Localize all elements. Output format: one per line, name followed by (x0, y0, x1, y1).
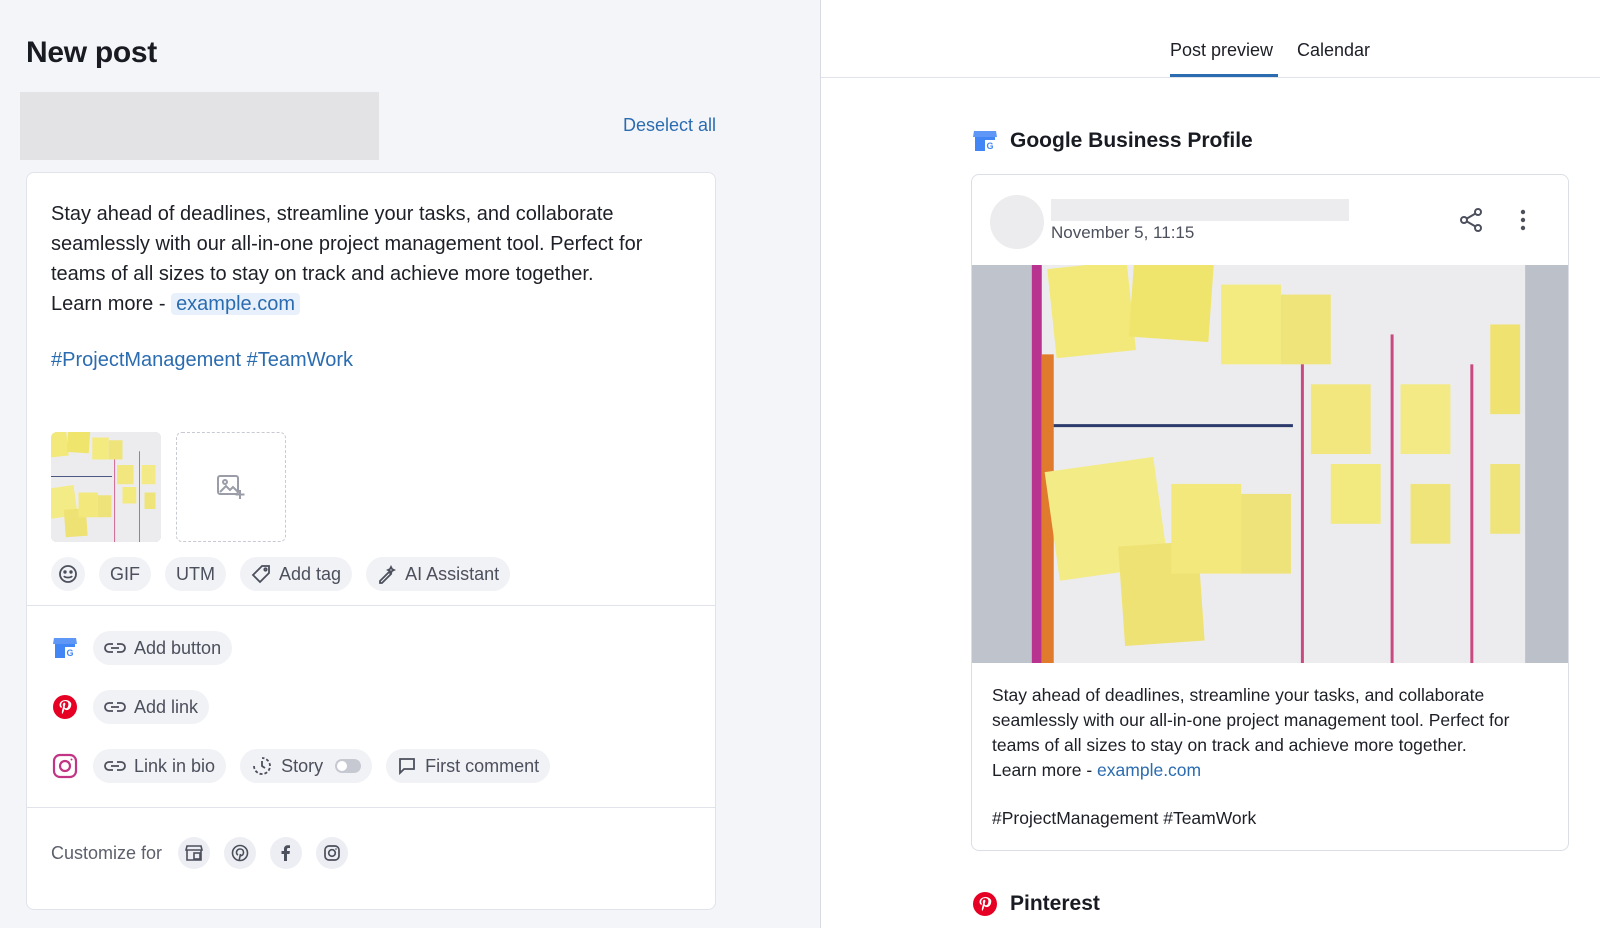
composer-toolbar: GIF UTM Add tag AI Assistant (51, 557, 511, 591)
customize-instagram-icon[interactable] (316, 837, 349, 869)
link-icon (104, 702, 126, 712)
account-selector[interactable] (20, 92, 379, 160)
composer-card: Stay ahead of deadlines, streamline your… (26, 172, 716, 910)
link-icon (104, 643, 126, 653)
preview-link[interactable]: example.com (1097, 760, 1201, 780)
account-name-placeholder (1051, 199, 1349, 221)
gif-button[interactable]: GIF (99, 557, 151, 591)
clock-history-icon (253, 757, 271, 775)
post-date: November 5, 11:15 (1051, 223, 1195, 242)
add-link-button[interactable]: Add link (93, 690, 210, 724)
learn-more-text: Learn more - (51, 293, 172, 315)
post-link[interactable]: example.com (171, 293, 300, 315)
page-title: New post (26, 36, 157, 69)
story-toggle-chip[interactable]: Story (240, 749, 373, 783)
first-comment-label: First comment (425, 755, 540, 776)
smiley-icon (59, 565, 77, 583)
add-link-label: Add link (134, 696, 199, 717)
link-icon (104, 761, 126, 771)
preview-hashtags: #ProjectManagement #TeamWork (992, 808, 1257, 828)
deselect-all-link[interactable]: Deselect all (623, 115, 716, 136)
post-text-editor[interactable]: Stay ahead of deadlines, streamline your… (51, 199, 691, 319)
customize-row: Customize for (51, 837, 349, 869)
link-in-bio-button[interactable]: Link in bio (93, 749, 227, 783)
preview-tabs: Post preview Calendar (821, 0, 1600, 78)
add-image-icon (217, 475, 245, 499)
share-icon[interactable] (1458, 207, 1484, 233)
google-section-title: Google Business Profile (1010, 129, 1253, 152)
tab-calendar[interactable]: Calendar (1297, 40, 1370, 61)
emoji-button[interactable] (51, 557, 85, 591)
pinterest-network-row: Add link (51, 690, 210, 724)
google-business-icon: G (973, 131, 997, 151)
post-image (972, 265, 1569, 663)
add-button-label: Add button (134, 637, 222, 658)
customize-label: Customize for (51, 842, 163, 863)
ai-assistant-button[interactable]: AI Assistant (366, 557, 511, 591)
instagram-icon (51, 752, 79, 780)
pinterest-section-title: Pinterest (1010, 892, 1100, 915)
google-post-preview: November 5, 11:15 Stay ahead of deadline… (971, 174, 1569, 851)
google-section-header: G Google Business Profile (972, 128, 1253, 154)
ai-assistant-label: AI Assistant (405, 563, 500, 584)
first-comment-button[interactable]: First comment (386, 749, 551, 783)
google-network-row: G Add button (51, 631, 233, 665)
tab-post-preview[interactable]: Post preview (1170, 40, 1273, 61)
preview-text: Stay ahead of deadlines, streamline your… (992, 683, 1552, 783)
pinterest-icon (51, 693, 79, 721)
pinterest-section-header: Pinterest (972, 891, 1100, 917)
add-tag-button[interactable]: Add tag (240, 557, 353, 591)
post-hashtags: #ProjectManagement #TeamWork (51, 349, 353, 371)
preview-learn-more: Learn more - (992, 760, 1098, 780)
utm-button[interactable]: UTM (165, 557, 226, 591)
add-button-button[interactable]: Add button (93, 631, 233, 665)
link-in-bio-label: Link in bio (134, 755, 216, 776)
svg-text:G: G (66, 648, 73, 658)
story-label: Story (281, 755, 324, 776)
google-business-icon: G (51, 634, 79, 662)
preview-body-text: Stay ahead of deadlines, streamline your… (992, 685, 1510, 755)
divider (27, 605, 715, 606)
customize-pinterest-icon[interactable] (224, 837, 257, 869)
customize-facebook-icon[interactable] (270, 837, 303, 869)
active-tab-indicator (1170, 74, 1278, 77)
add-tag-label: Add tag (279, 563, 342, 584)
editor-panel: New post Deselect all Stay ahead of dead… (0, 0, 820, 928)
comment-icon (399, 758, 415, 776)
post-body-text: Stay ahead of deadlines, streamline your… (51, 203, 643, 285)
media-thumbnail[interactable] (51, 432, 161, 542)
pinterest-icon (973, 892, 997, 916)
preview-panel: Post preview Calendar G Google Business … (821, 0, 1600, 928)
tag-icon (251, 565, 270, 584)
more-options-icon[interactable] (1518, 207, 1528, 233)
avatar (990, 195, 1044, 249)
customize-google-business-icon[interactable] (178, 837, 211, 869)
add-media-button[interactable] (176, 432, 286, 542)
svg-text:G: G (986, 141, 993, 151)
divider (27, 807, 715, 808)
instagram-network-row: Link in bio Story First comment (51, 749, 551, 783)
story-toggle[interactable] (335, 759, 362, 773)
magic-pen-icon (379, 564, 397, 584)
